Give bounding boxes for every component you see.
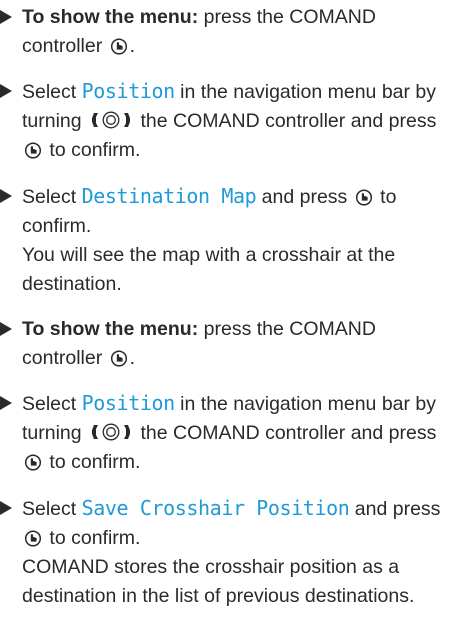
press-controller-icon: [24, 454, 42, 471]
step-text-part: the COMAND controller and press: [135, 110, 437, 132]
bullet-arrow-icon: [0, 501, 12, 515]
step-text-part: Select: [22, 186, 82, 208]
press-controller-icon: [24, 530, 42, 547]
step-text: To show the menu: press the COMAND contr…: [22, 315, 461, 373]
step-save-crosshair-position: Select Save Crosshair Position and press…: [0, 494, 461, 611]
bullet-arrow-icon: [0, 189, 12, 203]
step-text-part: Select: [22, 498, 82, 520]
step-text-part: Select: [22, 393, 82, 415]
step-text-part: and press: [256, 186, 353, 208]
step-text-end: to confirm.: [44, 527, 141, 549]
step-text-part: and press: [349, 498, 441, 520]
bullet-arrow-icon: [0, 396, 12, 410]
press-controller-icon: [110, 38, 127, 55]
bullet-arrow-icon: [0, 84, 12, 98]
step-select-position-1: Select Position in the navigation menu b…: [0, 77, 461, 165]
press-controller-icon: [110, 350, 127, 367]
step-select-position-2: Select Position in the navigation menu b…: [0, 389, 461, 477]
step-show-menu-1: To show the menu: press the COMAND contr…: [0, 3, 461, 61]
bullet-arrow-icon: [0, 10, 12, 24]
step-text: Select Position in the navigation menu b…: [22, 389, 461, 477]
step-bold-label: To show the menu:: [22, 6, 199, 28]
press-controller-icon: [24, 142, 42, 159]
step-bold-label: To show the menu:: [22, 318, 199, 340]
screen-term-save-crosshair-position: Save Crosshair Position: [81, 496, 350, 520]
press-controller-icon: [355, 189, 372, 206]
step-text: Select Destination Map and press to conf…: [22, 182, 461, 299]
instruction-page: To show the menu: press the COMAND contr…: [0, 0, 463, 641]
screen-term-position: Position: [81, 391, 176, 415]
screen-term-position: Position: [81, 79, 176, 103]
bullet-arrow-icon: [0, 322, 12, 336]
step-text: Select Position in the navigation menu b…: [22, 77, 461, 165]
screen-term-destination-map: Destination Map: [81, 184, 257, 208]
step-text: Select Save Crosshair Position and press…: [22, 494, 461, 611]
step-show-menu-2: To show the menu: press the COMAND contr…: [0, 315, 461, 373]
step-text-part: Select: [22, 81, 82, 103]
step-text-end: .: [129, 35, 136, 57]
step-result-note: You will see the map with a crosshair at…: [22, 244, 396, 295]
step-text: To show the menu: press the COMAND contr…: [22, 3, 461, 61]
step-text-end: .: [129, 347, 136, 369]
step-text-end: to confirm.: [44, 451, 141, 473]
step-result-note: COMAND stores the crosshair position as …: [22, 556, 415, 607]
step-text-part: the COMAND controller and press: [135, 422, 437, 444]
turn-controller-icon: [92, 111, 131, 129]
step-text-end: to confirm.: [44, 139, 141, 161]
turn-controller-icon: [92, 423, 131, 441]
step-select-destination-map: Select Destination Map and press to conf…: [0, 182, 461, 299]
